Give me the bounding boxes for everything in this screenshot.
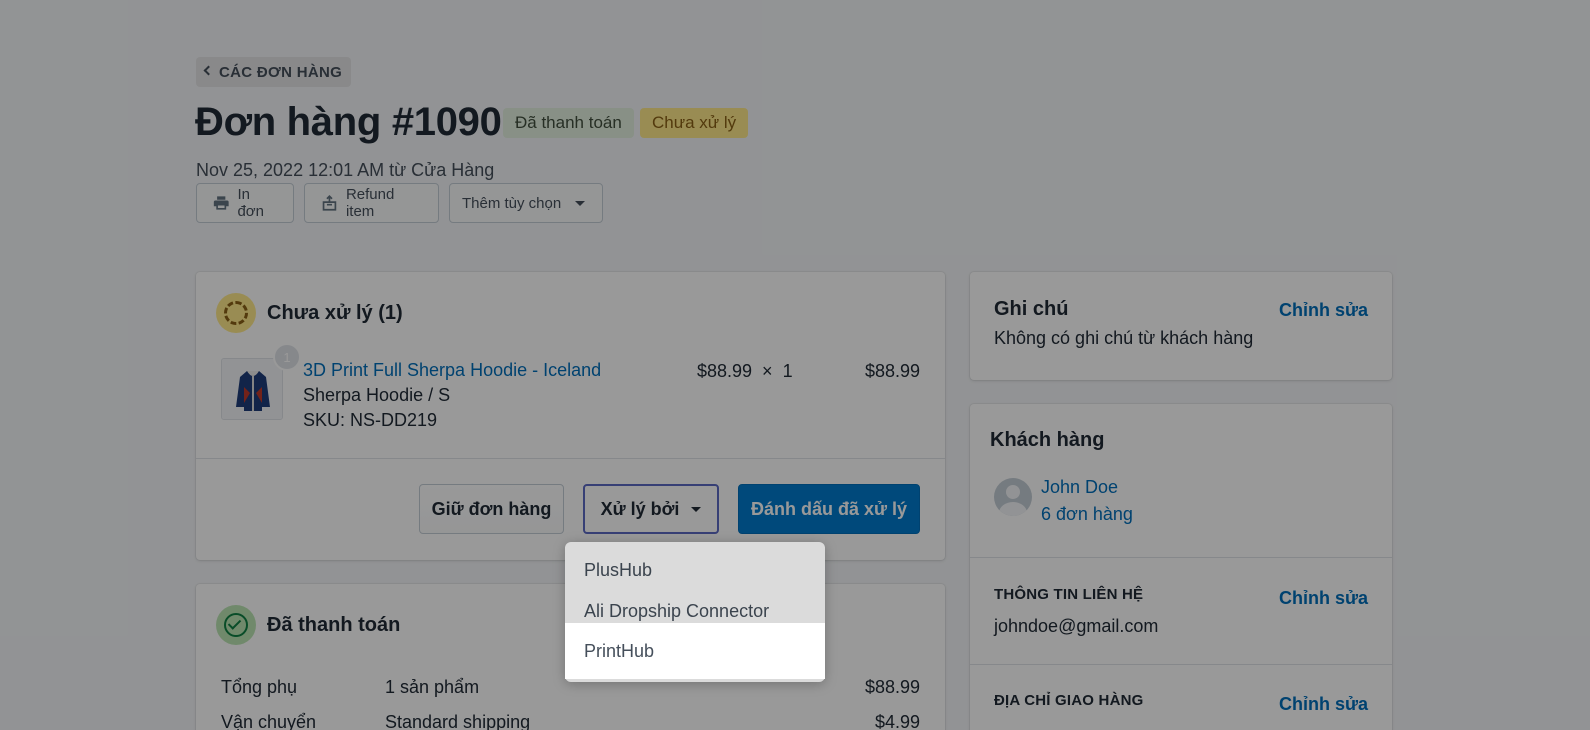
- printer-icon: [213, 196, 229, 210]
- hoodie-image: [222, 359, 282, 419]
- contact-edit-link[interactable]: Chỉnh sửa: [1279, 588, 1368, 609]
- paid-status-badge: Đã thanh toán: [503, 108, 634, 138]
- divider: [970, 664, 1392, 665]
- page-title: Đơn hàng #1090: [195, 100, 502, 144]
- unfulfilled-title: Chưa xử lý (1): [267, 302, 403, 324]
- product-name-link[interactable]: 3D Print Full Sherpa Hoodie - Iceland: [303, 360, 601, 381]
- notes-title: Ghi chú: [994, 298, 1069, 320]
- subtotal-amount: $88.99: [864, 677, 920, 697]
- divider: [970, 557, 1392, 558]
- fulfilled-by-button[interactable]: Xử lý bởi: [583, 484, 719, 534]
- refund-button[interactable]: Refund item: [304, 183, 439, 223]
- notes-card: Ghi chú Chỉnh sửa Không có ghi chú từ kh…: [970, 272, 1392, 380]
- shipping-address-heading: ĐỊA CHỈ GIAO HÀNG: [994, 692, 1144, 709]
- customer-email: johndoe@gmail.com: [994, 616, 1159, 636]
- product-sku: SKU: NS-DD219: [303, 410, 438, 430]
- hold-order-button[interactable]: Giữ đơn hàng: [419, 484, 564, 534]
- shipping-amount: $4.99: [874, 712, 920, 730]
- order-page: CÁC ĐƠN HÀNG Đơn hàng #1090 Đã thanh toá…: [0, 0, 1590, 730]
- paid-title: Đã thanh toán: [267, 614, 401, 636]
- dropdown-item-plushub[interactable]: PlusHub: [565, 550, 825, 591]
- subtotal-label: Tổng phụ: [221, 677, 298, 697]
- more-actions-button[interactable]: Thêm tùy chọn: [449, 183, 603, 223]
- print-button[interactable]: In đơn: [196, 183, 294, 223]
- refund-icon: [322, 195, 337, 211]
- print-label: In đơn: [237, 186, 264, 220]
- shipping-edit-link[interactable]: Chỉnh sửa: [1279, 694, 1368, 715]
- chevron-left-icon: [203, 65, 214, 76]
- unfulfilled-status-badge: Chưa xử lý: [640, 108, 749, 138]
- back-to-orders-button[interactable]: CÁC ĐƠN HÀNG: [196, 57, 352, 87]
- customer-card: Khách hàng John Doe 6 đơn hàng THÔNG TIN…: [970, 404, 1392, 730]
- refund-label: Refund item: [345, 186, 395, 220]
- unfulfilled-status-icon: [216, 293, 256, 333]
- product-price-quantity: $88.99 × 1: [697, 361, 793, 381]
- more-actions-label: Thêm tùy chọn: [462, 194, 562, 212]
- product-line-total: $88.99: [864, 361, 920, 381]
- product-thumbnail[interactable]: [221, 358, 283, 420]
- customer-orders-link[interactable]: 6 đơn hàng: [1041, 504, 1133, 525]
- back-label: CÁC ĐƠN HÀNG: [219, 63, 343, 81]
- customer-title: Khách hàng: [990, 429, 1105, 451]
- unfulfilled-card: Chưa xử lý (1) 1 3D Print Full Sherpa Ho…: [196, 272, 945, 560]
- shipping-detail: Standard shipping: [385, 712, 531, 730]
- order-date: Nov 25, 2022 12:01 AM từ Cửa Hàng: [196, 160, 495, 180]
- mark-as-fulfilled-button[interactable]: Đánh dấu đã xử lý: [738, 484, 920, 534]
- fulfilled-by-label: Xử lý bởi: [600, 498, 680, 519]
- contact-info-heading: THÔNG TIN LIÊN HỆ: [994, 586, 1144, 603]
- customer-name-link[interactable]: John Doe: [1041, 477, 1118, 498]
- caret-down-icon: [691, 506, 702, 512]
- shipping-label: Vận chuyển: [221, 712, 317, 730]
- quantity-badge: 1: [273, 343, 301, 371]
- subtotal-detail: 1 sản phẩm: [385, 677, 480, 697]
- avatar-icon: [994, 478, 1032, 516]
- notes-edit-link[interactable]: Chỉnh sửa: [1279, 300, 1368, 321]
- caret-down-icon: [575, 200, 586, 206]
- dropdown-item-printhub[interactable]: PrintHub: [565, 623, 825, 679]
- divider: [196, 458, 945, 459]
- paid-check-icon: [216, 605, 256, 645]
- notes-text: Không có ghi chú từ khách hàng: [994, 328, 1254, 348]
- product-variant: Sherpa Hoodie / S: [303, 385, 451, 405]
